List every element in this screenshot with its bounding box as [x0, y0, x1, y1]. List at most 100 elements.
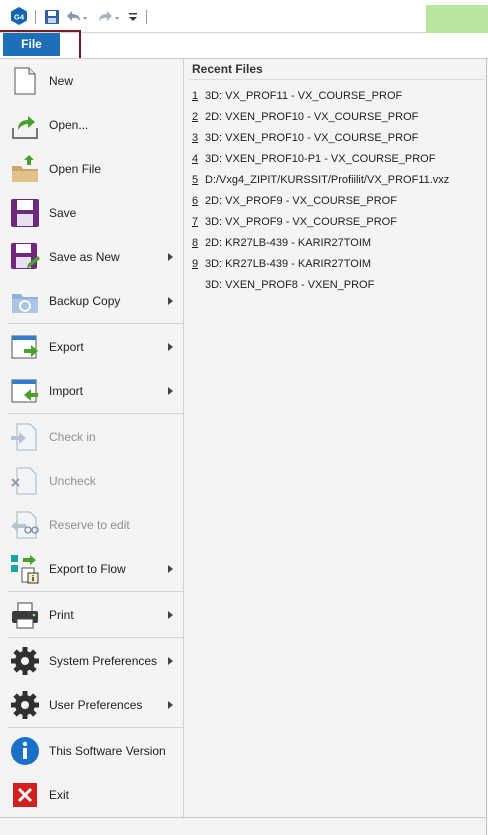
recent-file-name: 3D: VXEN_PROF10-P1 - VX_COURSE_PROF: [205, 153, 436, 165]
menu-item-label: New: [49, 74, 74, 88]
menu-item-save[interactable]: Save: [0, 191, 184, 235]
recent-file-number: 3: [192, 132, 199, 144]
backup-copy-icon: [10, 286, 40, 316]
new-document-icon: [10, 66, 40, 96]
save-icon: [10, 198, 40, 228]
backstage-menu: New Open... Open File Save Save as New B…: [0, 59, 184, 817]
menu-item-label: User Preferences: [49, 698, 143, 712]
recent-files-divider: [189, 79, 485, 80]
app-icon[interactable]: G4: [10, 7, 28, 25]
menu-item-label: Save: [49, 206, 77, 220]
submenu-arrow-icon: [168, 701, 173, 709]
recent-files-title: Recent Files: [192, 62, 263, 76]
menu-item-label: System Preferences: [49, 654, 158, 668]
submenu-arrow-icon: [168, 657, 173, 665]
export-icon: [10, 332, 40, 362]
menu-item-label: Exit: [49, 788, 70, 802]
recent-file-number: 4: [192, 153, 199, 165]
exit-icon: [10, 780, 40, 810]
menu-item-label: Export: [49, 340, 84, 354]
menu-item-label: Open File: [49, 162, 102, 176]
recent-files-panel: Recent Files 1 3D: VX_PROF11 - VX_COURSE_…: [185, 59, 488, 817]
file-tab[interactable]: File: [3, 33, 60, 56]
menu-item-uncheck[interactable]: Uncheck: [0, 459, 184, 503]
backstage-view: New Open... Open File Save Save as New B…: [0, 58, 488, 835]
recent-file-number: 8: [192, 237, 199, 249]
menu-item-save-as-new[interactable]: Save as New: [0, 235, 184, 279]
recent-file-name: 2D: KR27LB-439 - KARIR27TOIM: [205, 237, 372, 249]
menu-item-user-preferences[interactable]: User Preferences: [0, 683, 184, 727]
toolbar-separator: [146, 10, 147, 24]
window-right-border: [486, 59, 487, 835]
menu-item-label: Check in: [49, 430, 96, 444]
quick-access-toolbar: G4: [0, 0, 488, 33]
menu-item-reserve-to-edit[interactable]: Reserve to edit: [0, 503, 184, 547]
recent-file-item[interactable]: 5 D:/Vxg4_ZIPIT/KURSSIT/Profiilit/VX_PROF…: [192, 171, 449, 189]
recent-file-item[interactable]: 9 3D: KR27LB-439 - KARIR27TOIM: [192, 255, 371, 273]
recent-file-item[interactable]: 3D: VXEN_PROF8 - VXEN_PROF: [192, 276, 374, 294]
recent-file-number: 1: [192, 90, 199, 102]
toolbar-separator: [35, 10, 36, 24]
uncheck-icon: [10, 466, 40, 496]
menu-item-export[interactable]: Export: [0, 325, 184, 369]
recent-file-item[interactable]: 4 3D: VXEN_PROF10-P1 - VX_COURSE_PROF: [192, 150, 435, 168]
menu-separator: [8, 413, 184, 414]
undo-icon[interactable]: [64, 8, 88, 26]
menu-item-open[interactable]: Open...: [0, 103, 184, 147]
menu-item-print[interactable]: Print: [0, 593, 184, 637]
recent-file-item[interactable]: 2 2D: VXEN_PROF10 - VX_COURSE_PROF: [192, 108, 418, 126]
recent-file-number: 6: [192, 195, 199, 207]
menu-item-import[interactable]: Import: [0, 369, 184, 413]
customize-toolbar-icon[interactable]: [128, 10, 138, 24]
recent-file-name: 2D: VX_PROF9 - VX_COURSE_PROF: [205, 195, 397, 207]
menu-item-label: Backup Copy: [49, 294, 121, 308]
menu-item-label: This Software Version: [49, 744, 166, 758]
menu-item-open-file[interactable]: Open File: [0, 147, 184, 191]
menu-item-label: Export to Flow: [49, 562, 126, 576]
open-icon: [10, 110, 40, 140]
menu-item-label: Open...: [49, 118, 89, 132]
menu-item-label: Uncheck: [49, 474, 96, 488]
recent-file-name: 3D: KR27LB-439 - KARIR27TOIM: [205, 258, 372, 270]
title-accent: [426, 5, 488, 33]
recent-file-name: 3D: VXEN_PROF8 - VXEN_PROF: [205, 279, 375, 291]
submenu-arrow-icon: [168, 611, 173, 619]
menu-item-exit[interactable]: Exit: [0, 773, 184, 817]
menu-item-label: Reserve to edit: [49, 518, 130, 532]
qat-save-icon[interactable]: [44, 9, 60, 25]
recent-file-number: 7: [192, 216, 199, 228]
printer-icon: [10, 600, 40, 630]
menu-separator: [8, 591, 184, 592]
menu-item-system-preferences[interactable]: System Preferences: [0, 639, 184, 683]
menu-item-check-in[interactable]: Check in: [0, 415, 184, 459]
menu-item-export-to-flow[interactable]: i Export to Flow: [0, 547, 184, 591]
recent-file-name: D:/Vxg4_ZIPIT/KURSSIT/Profiilit/VX_PROF1…: [205, 174, 450, 186]
menu-item-label: Import: [49, 384, 84, 398]
export-to-flow-icon: i: [10, 554, 40, 584]
backstage-bottom-border: [0, 817, 486, 818]
recent-file-item[interactable]: 1 3D: VX_PROF11 - VX_COURSE_PROF: [192, 87, 402, 105]
recent-file-number: 9: [192, 258, 199, 270]
submenu-arrow-icon: [168, 343, 173, 351]
menu-item-new[interactable]: New: [0, 59, 184, 103]
menu-separator: [8, 727, 184, 728]
recent-file-item[interactable]: 6 2D: VX_PROF9 - VX_COURSE_PROF: [192, 192, 397, 210]
menu-separator: [8, 637, 184, 638]
submenu-arrow-icon: [168, 253, 173, 261]
menu-item-software-version[interactable]: This Software Version: [0, 729, 184, 773]
import-icon: [10, 376, 40, 406]
recent-file-number: 2: [192, 111, 199, 123]
gear-icon: [10, 646, 40, 676]
menu-item-label: Print: [49, 608, 74, 622]
recent-file-item[interactable]: 3 3D: VXEN_PROF10 - VX_COURSE_PROF: [192, 129, 418, 147]
submenu-arrow-icon: [168, 565, 173, 573]
recent-file-name: 3D: VX_PROF9 - VX_COURSE_PROF: [205, 216, 397, 228]
submenu-arrow-icon: [168, 387, 173, 395]
check-in-icon: [10, 422, 40, 452]
recent-file-item[interactable]: 7 3D: VX_PROF9 - VX_COURSE_PROF: [192, 213, 397, 231]
menu-item-label: Save as New: [49, 250, 120, 264]
menu-item-backup-copy[interactable]: Backup Copy: [0, 279, 184, 323]
recent-file-item[interactable]: 8 2D: KR27LB-439 - KARIR27TOIM: [192, 234, 371, 252]
redo-icon[interactable]: [96, 8, 120, 26]
gear-icon: [10, 690, 40, 720]
